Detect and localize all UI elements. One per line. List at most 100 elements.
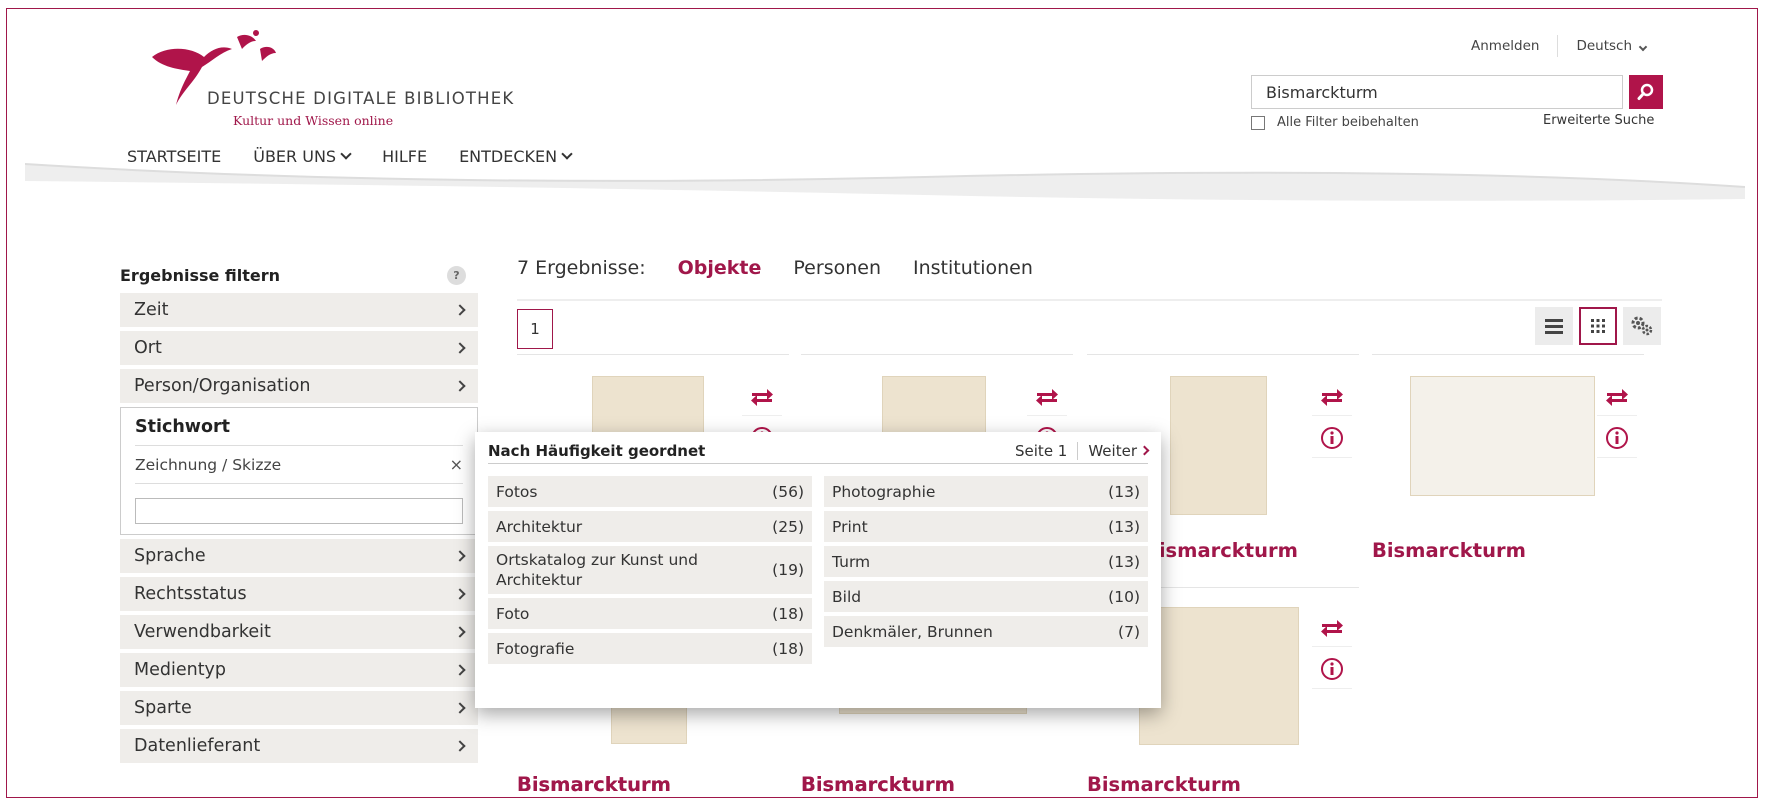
grid-icon: [1591, 319, 1605, 333]
compare-icon: [1321, 619, 1343, 637]
main-nav: STARTSEITE ÜBER UNS HILFE ENTDECKEN: [127, 147, 573, 166]
nav-hilfe[interactable]: HILFE: [382, 147, 427, 166]
language-select[interactable]: Deutsch: [1576, 38, 1648, 54]
facet-rechtsstatus[interactable]: Rechtsstatus: [120, 577, 478, 615]
help-icon[interactable]: ?: [447, 265, 466, 285]
info-icon: [1321, 426, 1343, 449]
popup-column-left: Fotos (56) Architektur (25) Ortskatalog zur …: [488, 476, 812, 668]
keyword-label: Denkmäler, Brunnen: [832, 622, 993, 641]
nav-startseite[interactable]: STARTSEITE: [127, 147, 221, 166]
facet-sparte[interactable]: Sparte: [120, 691, 478, 729]
chevron-right-icon: [454, 342, 466, 354]
keyword-count: (18): [772, 604, 804, 623]
divider: [1077, 441, 1079, 460]
results-count: 7 Ergebnisse:: [517, 257, 646, 279]
facet-person[interactable]: Person/Organisation: [120, 369, 478, 407]
facet-datenlieferant[interactable]: Datenlieferant: [120, 729, 478, 767]
chevron-right-icon: [454, 380, 466, 392]
browser-frame: DEUTSCHE DIGITALE BIBLIOTHEK Kultur und …: [6, 8, 1758, 798]
chevron-right-icon: [454, 626, 466, 638]
keyword-option[interactable]: Foto (18): [488, 598, 812, 633]
keyword-label: Architektur: [496, 517, 583, 536]
grid-view-button[interactable]: [1579, 307, 1617, 345]
nav-ueber-uns[interactable]: ÜBER UNS: [253, 147, 352, 166]
list-icon: [1545, 319, 1563, 334]
divider: [1557, 35, 1559, 57]
tab-personen[interactable]: Personen: [793, 257, 881, 279]
sidebar-header: Ergebnisse filtern ?: [120, 257, 478, 293]
ddb-logo[interactable]: [132, 27, 512, 127]
result-thumbnail[interactable]: [1139, 607, 1299, 745]
settings-button[interactable]: [1623, 307, 1661, 345]
chevron-down-icon: [561, 148, 573, 160]
keyword-option[interactable]: Fotos (56): [488, 476, 812, 511]
keyword-count: (13): [1108, 517, 1140, 536]
keyword-option[interactable]: Photographie (13): [824, 476, 1148, 511]
keyword-option[interactable]: Architektur (25): [488, 511, 812, 546]
keyword-option[interactable]: Ortskatalog zur Kunst und Architektur (19…: [488, 546, 812, 598]
close-icon[interactable]: ×: [450, 455, 463, 474]
result-title[interactable]: Bismarckturm: [1144, 539, 1298, 562]
keep-filters-checkbox[interactable]: [1251, 115, 1265, 130]
compare-button[interactable]: [742, 376, 782, 416]
view-switcher: [1535, 307, 1661, 345]
info-button[interactable]: [1312, 649, 1352, 689]
facet-verwendbarkeit[interactable]: Verwendbarkeit: [120, 615, 478, 653]
compare-button[interactable]: [1312, 376, 1352, 416]
facet-stichwort: Stichwort Zeichnung / Skizze ×: [120, 407, 478, 535]
keyword-option[interactable]: Print (13): [824, 511, 1148, 546]
keep-filters[interactable]: Alle Filter beibehalten: [1251, 115, 1419, 130]
keyword-label: Photographie: [832, 482, 936, 501]
facet-medientyp[interactable]: Medientyp: [120, 653, 478, 691]
popup-pagination: Seite 1 Weiter: [1015, 441, 1150, 460]
keyword-option[interactable]: Bild (10): [824, 581, 1148, 616]
keyword-label: Fotografie: [496, 639, 575, 658]
result-title[interactable]: Bismarckturm: [1087, 773, 1241, 796]
facet-title[interactable]: Stichwort: [135, 408, 463, 446]
compare-button[interactable]: [1027, 376, 1067, 416]
popup-heading: Nach Häufigkeit geordnet: [488, 441, 706, 460]
chevron-right-icon: [454, 588, 466, 600]
nav-entdecken[interactable]: ENTDECKEN: [459, 147, 573, 166]
page-number[interactable]: 1: [517, 309, 553, 349]
result-thumbnail[interactable]: [1410, 376, 1595, 496]
keyword-option[interactable]: Denkmäler, Brunnen (7): [824, 616, 1148, 651]
result-title[interactable]: Bismarckturm: [517, 773, 671, 796]
info-button[interactable]: [1597, 418, 1637, 458]
chevron-right-icon: [454, 550, 466, 562]
facet-sprache[interactable]: Sprache: [120, 539, 478, 577]
chevron-right-icon: [1139, 445, 1150, 456]
keyword-option[interactable]: Turm (13): [824, 546, 1148, 581]
login-link[interactable]: Anmelden: [1471, 38, 1539, 54]
info-button[interactable]: [1312, 418, 1352, 458]
search-button[interactable]: [1629, 75, 1663, 109]
tab-institutionen[interactable]: Institutionen: [913, 257, 1033, 279]
result-title[interactable]: Bismarckturm: [801, 773, 955, 796]
advanced-search-link[interactable]: Erweiterte Suche: [1543, 113, 1654, 128]
compare-button[interactable]: [1597, 376, 1637, 416]
next-page-button[interactable]: Weiter: [1088, 442, 1150, 460]
facet-search-input[interactable]: [135, 498, 463, 524]
popup-columns: Fotos (56) Architektur (25) Ortskatalog zur …: [488, 476, 1148, 668]
logo-title: DEUTSCHE DIGITALE BIBLIOTHEK: [207, 89, 515, 108]
info-icon: [1321, 657, 1343, 680]
keyword-count: (13): [1108, 552, 1140, 571]
keyword-option[interactable]: Fotografie (18): [488, 633, 812, 668]
tab-objekte[interactable]: Objekte: [678, 257, 762, 279]
facet-ort[interactable]: Ort: [120, 331, 478, 369]
popup-column-right: Photographie (13) Print (13) Turm (13) Bild (10…: [824, 476, 1148, 668]
chevron-right-icon: [454, 740, 466, 752]
card-divider: [801, 354, 1073, 355]
compare-button[interactable]: [1312, 607, 1352, 647]
search-input[interactable]: [1251, 75, 1623, 109]
keyword-count: (18): [772, 639, 804, 658]
account-bar: Anmelden Deutsch: [1471, 35, 1648, 57]
facet-zeit[interactable]: Zeit: [120, 293, 478, 331]
chevron-right-icon: [454, 702, 466, 714]
facet-label: Verwendbarkeit: [134, 622, 271, 642]
nav-label: STARTSEITE: [127, 147, 222, 166]
facet-label: Sprache: [134, 546, 206, 566]
result-title[interactable]: Bismarckturm: [1372, 539, 1526, 562]
result-thumbnail[interactable]: [1170, 376, 1267, 515]
list-view-button[interactable]: [1535, 307, 1573, 345]
